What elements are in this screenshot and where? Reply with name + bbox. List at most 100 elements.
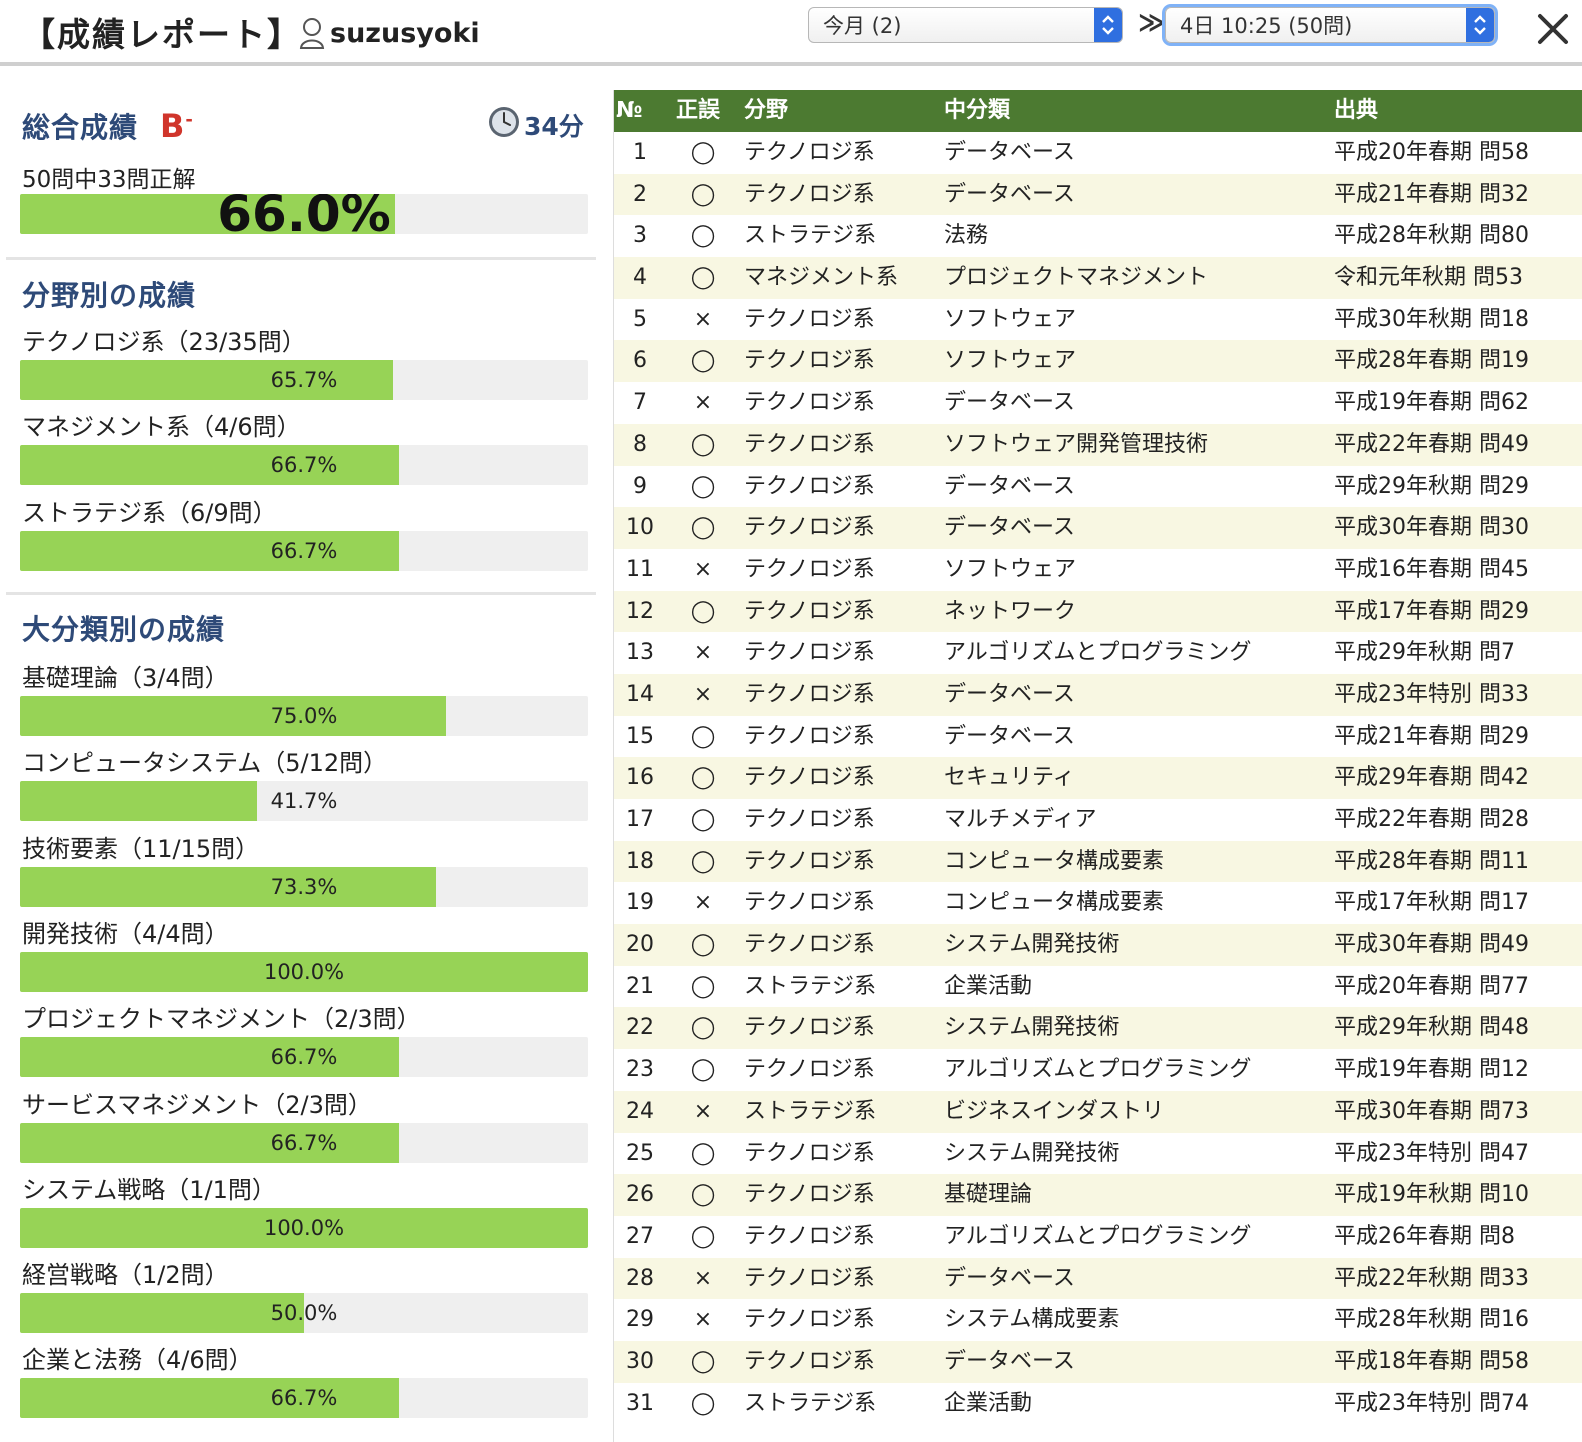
field-cell: テクノロジ系 <box>744 390 875 416</box>
row-number: 7 <box>633 390 647 416</box>
table-row[interactable]: 14 × テクノロジ系 データベース 平成23年特別 問33 <box>614 673 1582 716</box>
table-row[interactable]: 10 ◯ テクノロジ系 データベース 平成30年春期 問30 <box>614 507 1582 549</box>
session-select[interactable]: 4日 10:25 (50問) <box>1165 7 1495 43</box>
source-cell: 平成29年秋期 問7 <box>1334 640 1515 666</box>
stat-label: ストラテジ系（6/9問） <box>22 498 277 527</box>
field-cell: テクノロジ系 <box>744 1223 875 1249</box>
field-cell: テクノロジ系 <box>744 431 875 457</box>
table-row[interactable]: 31 ◯ ストラテジ系 企業活動 平成23年特別 問74 <box>614 1382 1582 1425</box>
source-cell: 平成16年春期 問45 <box>1334 556 1529 582</box>
table-body: 1 ◯ テクノロジ系 データベース 平成20年春期 問58 2 ◯ テクノロジ系 データベース平… <box>614 132 1582 1425</box>
table-row[interactable]: 28 × テクノロジ系 データベース 平成22年秋期 問33 <box>614 1257 1582 1300</box>
source-cell: 平成26年春期 問8 <box>1334 1223 1515 1249</box>
session-select-value: 4日 10:25 (50問) <box>1180 14 1353 38</box>
field-cell: テクノロジ系 <box>744 681 875 707</box>
subcategory-cell: セキュリティ <box>944 765 1075 791</box>
field-cell: テクノロジ系 <box>744 140 875 165</box>
page-title: 【成績レポート】 <box>22 15 302 54</box>
stat-percent: 73.3% <box>270 874 338 899</box>
table-row[interactable]: 17 ◯ テクノロジ系 マルチメディア 平成22年春期 問28 <box>614 799 1582 841</box>
updown-chevron-icon[interactable] <box>1466 8 1494 42</box>
table-row[interactable]: 27 ◯ テクノロジ系 アルゴリズムとプログラミング 平成26年春期 問8 <box>614 1215 1582 1258</box>
row-number: 22 <box>626 1015 654 1041</box>
month-select[interactable]: 今月 (2) <box>808 7 1123 43</box>
source-cell: 平成22年春期 問49 <box>1334 431 1529 457</box>
table-row[interactable]: 9 ◯ テクノロジ系 データベース 平成29年秋期 問29 <box>614 465 1582 508</box>
subcategory-cell: データベース <box>944 723 1075 749</box>
source-cell: 平成17年春期 問29 <box>1334 598 1529 624</box>
grade-suffix: - <box>185 109 194 131</box>
table-row[interactable]: 12 ◯ テクノロジ系 ネットワーク 平成17年春期 問29 <box>614 590 1582 633</box>
subcategory-cell: 企業活動 <box>944 1390 1033 1416</box>
clock-icon <box>488 106 520 144</box>
table-row[interactable]: 13 × テクノロジ系 アルゴリズムとプログラミング 平成29年秋期 問7 <box>614 632 1582 674</box>
field-cell: テクノロジ系 <box>744 723 875 749</box>
stat-percent: 100.0% <box>263 959 345 984</box>
stat-percent: 66.7% <box>270 1386 338 1411</box>
updown-chevron-icon[interactable] <box>1094 8 1122 42</box>
table-row[interactable]: 21 ◯ ストラテジ系 企業活動 平成20年春期 問77 <box>614 965 1582 1008</box>
table-row[interactable]: 25 ◯ テクノロジ系 システム開発技術 平成23年特別 問47 <box>614 1132 1582 1175</box>
table-row[interactable]: 11 × テクノロジ系 ソフトウェア 平成16年春期 問45 <box>614 548 1582 591</box>
table-row[interactable]: 16 ◯ テクノロジ系 セキュリティ 平成29年春期 問42 <box>614 757 1582 799</box>
source-cell: 平成29年秋期 問48 <box>1334 1015 1529 1041</box>
overall-progress-bar: 66.0% <box>20 194 588 234</box>
subcategory-cell: データベース <box>944 181 1075 207</box>
source-cell: 平成30年春期 問49 <box>1334 932 1529 958</box>
source-cell: 平成28年春期 問19 <box>1334 348 1529 374</box>
row-number: 31 <box>626 1390 654 1416</box>
table-row[interactable]: 6 ◯ テクノロジ系 ソフトウェア 平成28年春期 問19 <box>614 340 1582 383</box>
result-mark: ◯ <box>690 1390 716 1416</box>
table-row[interactable]: 8 ◯ テクノロジ系 ソフトウェア開発管理技術 平成22年春期 問49 <box>614 423 1582 466</box>
close-icon[interactable] <box>1536 12 1576 52</box>
row-number: 12 <box>626 598 654 624</box>
field-cell: テクノロジ系 <box>744 473 875 499</box>
grade-letter: B <box>160 107 186 145</box>
elapsed-time: 34分 <box>488 106 584 144</box>
table-row[interactable]: 1 ◯ テクノロジ系 データベース 平成20年春期 問58 <box>614 132 1582 174</box>
row-number: 15 <box>626 723 654 749</box>
field-cell: テクノロジ系 <box>744 348 875 374</box>
table-row[interactable]: 2 ◯ テクノロジ系 データベース 平成21年春期 問32 <box>614 173 1582 216</box>
table-row[interactable]: 23 ◯ テクノロジ系 アルゴリズムとプログラミング 平成19年春期 問12 <box>614 1049 1582 1091</box>
stat-percent: 66.7% <box>270 538 338 563</box>
source-cell: 平成23年特別 問47 <box>1334 1140 1529 1166</box>
field-cell: テクノロジ系 <box>744 1265 875 1291</box>
stat-percent: 66.7% <box>270 1130 338 1155</box>
row-number: 13 <box>626 640 654 666</box>
result-mark: ◯ <box>690 181 716 207</box>
table-row[interactable]: 15 ◯ テクノロジ系 データベース 平成21年春期 問29 <box>614 715 1582 758</box>
row-number: 26 <box>626 1182 654 1208</box>
subcategory-cell: 法務 <box>944 223 989 249</box>
stat-label: サービスマネジメント（2/3問） <box>22 1090 372 1119</box>
table-row[interactable]: 20 ◯ テクノロジ系 システム開発技術 平成30年春期 問49 <box>614 924 1582 966</box>
table-row[interactable]: 4 ◯ マネジメント系 プロジェクトマネジメント 令和元年秋期 問53 <box>614 257 1582 299</box>
subcategory-cell: システム開発技術 <box>944 1015 1120 1041</box>
source-cell: 平成23年特別 問33 <box>1334 681 1529 707</box>
divider <box>6 592 596 595</box>
table-row[interactable]: 3 ◯ ストラテジ系 法務 平成28年秋期 問80 <box>614 215 1582 258</box>
table-row[interactable]: 30 ◯ テクノロジ系 データベース 平成18年春期 問58 <box>614 1340 1582 1383</box>
field-cell: ストラテジ系 <box>744 1390 877 1416</box>
row-number: 9 <box>633 473 647 499</box>
table-row[interactable]: 29 × テクノロジ系 システム構成要素 平成28年秋期 問16 <box>614 1299 1582 1341</box>
source-cell: 平成23年特別 問74 <box>1334 1390 1529 1416</box>
table-row[interactable]: 18 ◯ テクノロジ系 コンピュータ構成要素 平成28年春期 問11 <box>614 840 1582 883</box>
stat-progress-bar: 75.0% <box>20 696 588 736</box>
result-mark: ◯ <box>690 473 716 499</box>
table-row[interactable]: 5 × テクノロジ系 ソフトウェア 平成30年秋期 問18 <box>614 298 1582 341</box>
table-row[interactable]: 19 × テクノロジ系 コンピュータ構成要素 平成17年秋期 問17 <box>614 882 1582 925</box>
table-row[interactable]: 24 × ストラテジ系 ビジネスインダストリ 平成30年春期 問73 <box>614 1090 1582 1133</box>
result-mark: × <box>693 556 713 582</box>
table-row[interactable]: 22 ◯ テクノロジ系 システム開発技術 平成29年秋期 問48 <box>614 1007 1582 1050</box>
subcategory-cell: アルゴリズムとプログラミング <box>944 640 1252 666</box>
subcategory-cell: データベース <box>944 515 1075 541</box>
table-row[interactable]: 26 ◯ テクノロジ系 基礎理論 平成19年秋期 問10 <box>614 1174 1582 1216</box>
result-mark: ◯ <box>690 1057 716 1083</box>
row-number: 4 <box>633 265 647 291</box>
row-number: 19 <box>626 890 654 916</box>
stat-label: マネジメント系（4/6問） <box>22 413 301 442</box>
table-row[interactable]: 7 × テクノロジ系 データベース 平成19年春期 問62 <box>614 382 1582 424</box>
row-number: 11 <box>626 556 654 582</box>
stat-progress-bar: 66.7% <box>20 1037 588 1078</box>
